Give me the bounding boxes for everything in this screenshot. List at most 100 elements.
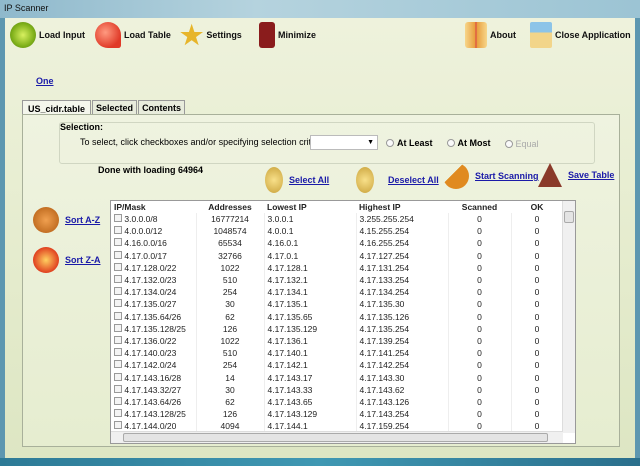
table-row[interactable]: 4.17.142.0/24 254 4.17.142.1 4.17.142.254 0 0	[111, 359, 564, 372]
table-cell: 126	[196, 408, 265, 421]
table-cell: 0	[448, 237, 512, 250]
settings-button[interactable]: ★ Settings	[180, 20, 242, 50]
table-cell: 0	[448, 273, 512, 287]
table-cell: 1048574	[196, 225, 265, 238]
sort-az-action[interactable]: Sort A-Z	[33, 207, 100, 233]
row-checkbox[interactable]	[114, 409, 122, 418]
row-checkbox[interactable]	[114, 299, 122, 308]
table-cell: 32766	[196, 249, 265, 262]
table-row[interactable]: 4.17.143.32/27 30 4.17.143.33 4.17.143.62 0 0	[111, 383, 564, 396]
at-most-label: At Most	[457, 138, 491, 148]
sort-za-link[interactable]: Sort Z-A	[65, 255, 101, 265]
table-cell: 4.0.0.1	[264, 225, 357, 238]
table-cell: 126	[196, 322, 265, 335]
row-checkbox[interactable]	[114, 214, 122, 223]
horizontal-scroll-thumb[interactable]	[123, 433, 548, 442]
row-checkbox[interactable]	[114, 348, 122, 357]
horizontal-scrollbar[interactable]	[111, 431, 563, 443]
start-scanning-link[interactable]: Start Scanning	[475, 171, 539, 181]
table-cell: 4.17.143.65	[264, 395, 357, 408]
table-row[interactable]: 4.17.136.0/22 1022 4.17.136.1 4.17.139.254 0…	[111, 334, 564, 348]
save-table-link[interactable]: Save Table	[568, 170, 614, 180]
row-checkbox[interactable]	[114, 372, 122, 381]
load-input-button[interactable]: Load Input	[10, 20, 85, 50]
table-row[interactable]: 4.17.135.0/27 30 4.17.135.1 4.17.135.30 0 0	[111, 298, 564, 311]
table-cell: 4.17.135.128/25	[111, 322, 197, 335]
table-cell: 4.17.141.254	[356, 347, 449, 360]
column-header[interactable]: Scanned	[448, 201, 511, 213]
table-row[interactable]: 4.17.134.0/24 254 4.17.134.1 4.17.134.254 0 0	[111, 286, 564, 299]
minimize-button[interactable]: Minimize	[259, 20, 316, 50]
table-row[interactable]: 4.17.140.0/23 510 4.17.140.1 4.17.141.254 0 0	[111, 347, 564, 360]
at-most-radio[interactable]: At Most	[446, 137, 491, 149]
select-all-link[interactable]: Select All	[289, 175, 329, 185]
table-cell: 4.0.0.0/12	[111, 225, 197, 238]
row-checkbox[interactable]	[114, 421, 122, 430]
row-checkbox[interactable]	[114, 275, 122, 284]
row-checkbox[interactable]	[114, 360, 122, 369]
table-cell: 4.17.0.0/17	[111, 249, 197, 262]
at-least-radio[interactable]: At Least	[386, 137, 433, 149]
table-cell: 0	[448, 395, 512, 408]
selection-group: Selection: To select, click checkboxes a…	[59, 122, 595, 164]
sort-az-link[interactable]: Sort A-Z	[65, 215, 100, 225]
deselect-all-action[interactable]: Deselect All	[356, 167, 439, 193]
column-header[interactable]: IP/Mask	[111, 201, 196, 213]
table-row[interactable]: 4.17.135.64/26 62 4.17.135.65 4.17.135.126 0…	[111, 310, 564, 323]
start-scanning-action[interactable]: Start Scanning	[443, 163, 539, 189]
deselect-all-link[interactable]: Deselect All	[388, 175, 439, 185]
table-row[interactable]: 3.0.0.0/8 16777214 3.0.0.1 3.255.255.254 0 0	[111, 213, 564, 226]
close-application-label: Close Application	[555, 30, 631, 40]
table-cell: 4.17.135.64/26	[111, 310, 197, 323]
selection-instruction: To select, click checkboxes and/or speci…	[80, 137, 329, 147]
table-cell: 0	[511, 298, 564, 311]
row-checkbox[interactable]	[114, 384, 122, 393]
table-cell: 14	[196, 371, 265, 384]
table-cell: 3.0.0.0/8	[111, 213, 197, 226]
table-row[interactable]: 4.17.128.0/22 1022 4.17.128.1 4.17.131.254 0…	[111, 261, 564, 274]
table-cell: 4.17.136.1	[264, 334, 357, 348]
save-table-action[interactable]: Save Table	[538, 163, 614, 187]
close-application-button[interactable]: Close Application	[530, 20, 631, 50]
table-row[interactable]: 4.17.143.16/28 14 4.17.143.17 4.17.143.30 0 0	[111, 371, 564, 384]
ip-mask: 4.17.142.0/24	[124, 360, 177, 371]
column-header[interactable]: Highest IP	[356, 201, 448, 213]
table-row[interactable]: 4.16.0.0/16 65534 4.16.0.1 4.16.255.254 0 0	[111, 237, 564, 250]
ip-mask: 4.17.143.16/28	[124, 372, 182, 383]
vertical-scrollbar[interactable]	[562, 201, 575, 433]
column-header[interactable]: OK	[511, 201, 563, 213]
ip-mask: 4.17.140.0/23	[124, 348, 177, 359]
table-cell: 4.17.143.62	[356, 383, 449, 396]
select-all-action[interactable]: Select All	[265, 167, 329, 193]
table-cell: 0	[448, 225, 512, 238]
column-header[interactable]: Addresses	[196, 201, 264, 213]
criteria-dropdown[interactable]: ▼	[310, 135, 378, 150]
row-checkbox[interactable]	[114, 238, 122, 247]
table-row[interactable]: 4.17.135.128/25 126 4.17.135.129 4.17.135.2…	[111, 322, 564, 335]
table-cell: 4.17.143.254	[356, 408, 449, 421]
row-checkbox[interactable]	[114, 323, 122, 332]
table-row[interactable]: 4.17.143.64/26 62 4.17.143.65 4.17.143.126 0…	[111, 395, 564, 408]
equal-radio[interactable]: Equal	[504, 139, 539, 149]
row-checkbox[interactable]	[114, 287, 122, 296]
client-area: Load Input Load Table ★ Settings Minimize…	[5, 18, 635, 458]
row-checkbox[interactable]	[114, 226, 122, 235]
row-checkbox[interactable]	[114, 335, 122, 344]
sort-za-action[interactable]: Sort Z-A	[33, 247, 101, 273]
vertical-scroll-thumb[interactable]	[564, 211, 574, 223]
load-table-button[interactable]: Load Table	[95, 20, 171, 50]
row-checkbox[interactable]	[114, 396, 122, 405]
table-row[interactable]: 4.0.0.0/12 1048574 4.0.0.1 4.15.255.254 0 0	[111, 225, 564, 238]
row-checkbox[interactable]	[114, 262, 122, 271]
table-cell: 4.17.140.0/23	[111, 347, 197, 360]
table-row[interactable]: 4.17.0.0/17 32766 4.17.0.1 4.17.127.254 0 0	[111, 249, 564, 262]
table-row[interactable]: 4.17.132.0/23 510 4.17.132.1 4.17.133.254 0 0	[111, 273, 564, 287]
row-checkbox[interactable]	[114, 250, 122, 259]
column-header[interactable]: Lowest IP	[264, 201, 356, 213]
about-button[interactable]: About	[465, 20, 516, 50]
star-icon: ★	[180, 20, 204, 50]
table-row[interactable]: 4.17.143.128/25 126 4.17.143.129 4.17.143.2…	[111, 408, 564, 421]
row-checkbox[interactable]	[114, 311, 122, 320]
load-input-label: Load Input	[39, 30, 85, 40]
one-link[interactable]: One	[36, 76, 54, 86]
